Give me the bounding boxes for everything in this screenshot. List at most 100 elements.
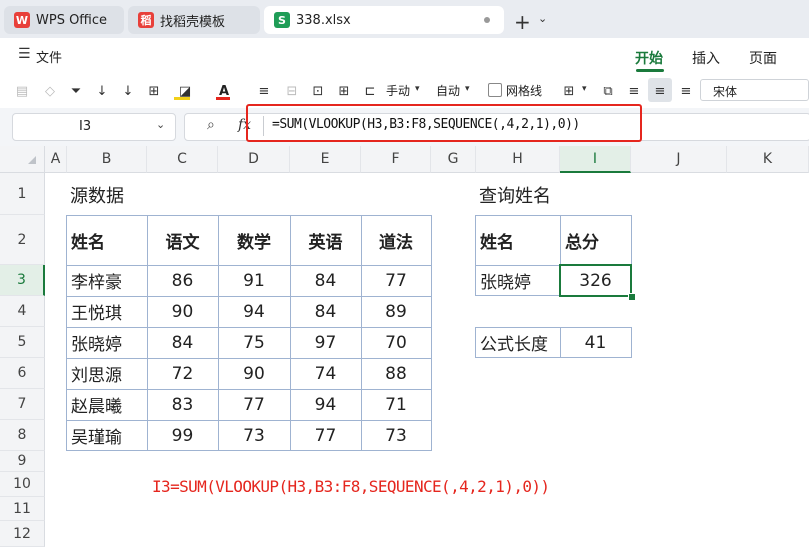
fill-handle[interactable]: [628, 293, 636, 301]
table-cell[interactable]: 王悦琪: [66, 296, 146, 327]
table-cell[interactable]: 94: [290, 389, 361, 420]
table-cell[interactable]: 75: [218, 327, 290, 358]
table-cell[interactable]: 张晓婷: [66, 327, 146, 358]
table-style-icon[interactable]: ⧉: [598, 80, 618, 102]
table-cell[interactable]: 吴瑾瑜: [66, 420, 146, 451]
source-data-title[interactable]: 源数据: [65, 180, 124, 210]
col-header-a[interactable]: A: [45, 146, 67, 173]
manual-chevron-icon[interactable]: ▾: [415, 84, 420, 94]
query-total-cell-selected[interactable]: 326: [559, 264, 632, 297]
filter-icon[interactable]: ⏷: [66, 80, 86, 102]
menu-insert[interactable]: 插入: [692, 48, 720, 68]
header-ethics[interactable]: 道法: [361, 215, 431, 265]
table-cell[interactable]: 74: [290, 358, 361, 389]
select-all-corner[interactable]: [0, 146, 45, 173]
col-header-e[interactable]: E: [290, 146, 361, 173]
sort-asc-icon[interactable]: ↓: [92, 80, 112, 102]
row-header-2[interactable]: 2: [0, 215, 45, 265]
table-cell[interactable]: 84: [290, 265, 361, 296]
table-cell[interactable]: 91: [218, 265, 290, 296]
table-cell[interactable]: 90: [218, 358, 290, 389]
table-cell[interactable]: 88: [361, 358, 431, 389]
font-select[interactable]: 宋体: [700, 79, 809, 101]
table-cell[interactable]: 77: [361, 265, 431, 296]
row-header-6[interactable]: 6: [0, 358, 45, 389]
header-chinese[interactable]: 语文: [147, 215, 218, 265]
menu-file[interactable]: 文件: [36, 47, 62, 66]
table-cell[interactable]: 84: [147, 327, 218, 358]
row-col-icon[interactable]: ⊞: [334, 80, 354, 102]
new-tab-plus-icon[interactable]: +: [514, 10, 531, 34]
sort-desc-icon[interactable]: ↓: [118, 80, 138, 102]
table-cell[interactable]: 70: [361, 327, 431, 358]
col-header-k[interactable]: K: [727, 146, 809, 173]
col-header-j[interactable]: J: [631, 146, 727, 173]
row-header-12[interactable]: 12: [0, 521, 45, 547]
paste-format-icon[interactable]: ▤: [12, 80, 32, 102]
row-header-10[interactable]: 10: [0, 472, 45, 497]
clear-icon[interactable]: ◇: [40, 80, 60, 102]
table-cell[interactable]: 72: [147, 358, 218, 389]
header-math[interactable]: 数学: [218, 215, 290, 265]
wrap-icon[interactable]: ≡: [254, 80, 274, 102]
col-header-c[interactable]: C: [147, 146, 218, 173]
col-header-f[interactable]: F: [361, 146, 431, 173]
header-english[interactable]: 英语: [290, 215, 361, 265]
row-header-1[interactable]: 1: [0, 173, 45, 215]
insert-row-icon[interactable]: ⊡: [308, 80, 328, 102]
col-header-g[interactable]: G: [431, 146, 476, 173]
table-cell[interactable]: 86: [147, 265, 218, 296]
table-cell[interactable]: 李梓豪: [66, 265, 146, 296]
query-name-title[interactable]: 查询姓名: [474, 180, 551, 210]
name-box[interactable]: I3 ⌄: [12, 113, 176, 141]
row-header-7[interactable]: 7: [0, 389, 45, 420]
cell-style-chevron-icon[interactable]: ▾: [582, 84, 587, 94]
freeze-icon[interactable]: ⊏: [360, 80, 380, 102]
align-right-icon[interactable]: ≡: [676, 80, 696, 102]
query-header-name[interactable]: 姓名: [475, 215, 559, 265]
menu-start[interactable]: 开始: [635, 48, 663, 68]
col-header-b[interactable]: B: [67, 146, 147, 173]
align-left-icon[interactable]: ≡: [624, 80, 644, 102]
col-header-d[interactable]: D: [218, 146, 290, 173]
table-cell[interactable]: 83: [147, 389, 218, 420]
table-cell[interactable]: 84: [290, 296, 361, 327]
row-header-5[interactable]: 5: [0, 327, 45, 358]
row-header-8[interactable]: 8: [0, 420, 45, 451]
row-header-3[interactable]: 3: [0, 265, 45, 296]
border-icon[interactable]: ⊞: [144, 80, 164, 102]
hamburger-menu-icon[interactable]: ☰: [18, 46, 31, 62]
table-cell[interactable]: 94: [218, 296, 290, 327]
formula-length-value[interactable]: 41: [560, 327, 631, 358]
row-header-4[interactable]: 4: [0, 296, 45, 327]
menu-page[interactable]: 页面: [749, 48, 777, 68]
table-cell[interactable]: 97: [290, 327, 361, 358]
table-cell[interactable]: 99: [147, 420, 218, 451]
cell-style-icon[interactable]: ⊞: [558, 80, 580, 102]
table-cell[interactable]: 77: [218, 389, 290, 420]
tab-file[interactable]: S 338.xlsx: [264, 6, 504, 34]
col-header-i[interactable]: I: [560, 146, 631, 173]
query-header-total[interactable]: 总分: [560, 215, 631, 265]
tab-dropdown-chevron-icon[interactable]: ⌄: [538, 12, 547, 25]
table-cell[interactable]: 77: [290, 420, 361, 451]
table-cell[interactable]: 71: [361, 389, 431, 420]
table-cell[interactable]: 赵晨曦: [66, 389, 146, 420]
row-header-9[interactable]: 9: [0, 451, 45, 472]
merge-icon[interactable]: ⊟: [282, 80, 302, 102]
table-cell[interactable]: 刘思源: [66, 358, 146, 389]
col-header-h[interactable]: H: [476, 146, 560, 173]
table-cell[interactable]: 73: [361, 420, 431, 451]
tab-wps-office[interactable]: W WPS Office: [4, 6, 124, 34]
header-name[interactable]: 姓名: [66, 215, 146, 265]
tab-template[interactable]: 稻 找稻壳模板: [128, 6, 260, 34]
table-cell[interactable]: 89: [361, 296, 431, 327]
auto-button[interactable]: 自动: [436, 82, 460, 99]
align-center-icon[interactable]: ≡: [650, 80, 670, 102]
formula-length-label[interactable]: 公式长度: [475, 327, 559, 358]
formula-note[interactable]: I3=SUM(VLOOKUP(H3,B3:F8,SEQUENCE(,4,2,1)…: [152, 477, 550, 496]
row-header-11[interactable]: 11: [0, 497, 45, 521]
query-name-cell[interactable]: 张晓婷: [475, 265, 559, 296]
name-box-chevron-icon[interactable]: ⌄: [156, 118, 165, 131]
auto-chevron-icon[interactable]: ▾: [465, 84, 470, 94]
